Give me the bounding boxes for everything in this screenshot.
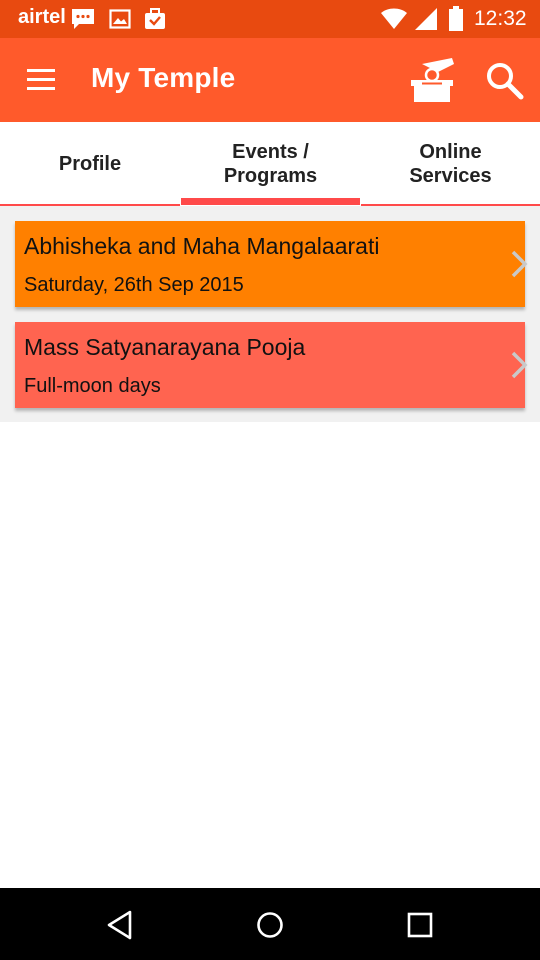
recents-icon[interactable] bbox=[403, 908, 437, 942]
chevron-right-icon bbox=[511, 250, 528, 278]
system-nav-bar bbox=[0, 888, 540, 960]
tab-online-label-line2: Services bbox=[409, 165, 492, 187]
tab-online-services[interactable]: Online Services bbox=[361, 122, 540, 206]
event-date: Full-moon days bbox=[24, 375, 161, 397]
list-item-event[interactable]: Mass Satyanarayana Pooja Full-moon days bbox=[15, 322, 528, 408]
menu-icon[interactable] bbox=[26, 68, 58, 92]
briefcase-icon bbox=[145, 8, 165, 29]
event-title: Abhisheka and Maha Mangalaarati bbox=[24, 233, 380, 259]
message-icon bbox=[72, 9, 94, 29]
tab-online-label-line1: Online bbox=[419, 141, 482, 163]
tab-events-label-line2: Programs bbox=[223, 165, 318, 187]
tab-events-programs[interactable]: Events / Programs bbox=[181, 122, 360, 206]
event-date: Saturday, 26th Sep 2015 bbox=[24, 274, 244, 296]
status-bar: airtel 12:32 bbox=[0, 0, 540, 38]
tab-profile[interactable]: Profile bbox=[0, 122, 180, 206]
list-item-event[interactable]: Abhisheka and Maha Mangalaarati Saturday… bbox=[15, 221, 528, 307]
carrier-name: airtel bbox=[18, 6, 66, 28]
donation-icon[interactable] bbox=[408, 56, 456, 104]
back-icon[interactable] bbox=[103, 908, 137, 942]
clock: 12:32 bbox=[474, 7, 527, 30]
tab-profile-label: Profile bbox=[58, 153, 122, 175]
image-icon bbox=[109, 9, 131, 29]
battery-icon bbox=[449, 6, 463, 31]
tab-events-label-line1: Events / bbox=[232, 141, 309, 163]
home-icon[interactable] bbox=[253, 908, 287, 942]
event-title: Mass Satyanarayana Pooja bbox=[24, 334, 306, 360]
signal-icon bbox=[415, 8, 437, 30]
page-title: My Temple bbox=[91, 62, 236, 93]
tab-bar: Profile Events / Programs Online Service… bbox=[0, 122, 540, 206]
tab-active-indicator bbox=[181, 198, 360, 205]
search-icon[interactable] bbox=[484, 60, 524, 100]
chevron-right-icon bbox=[511, 351, 528, 379]
wifi-icon bbox=[381, 8, 407, 29]
app-bar: My Temple bbox=[0, 38, 540, 122]
